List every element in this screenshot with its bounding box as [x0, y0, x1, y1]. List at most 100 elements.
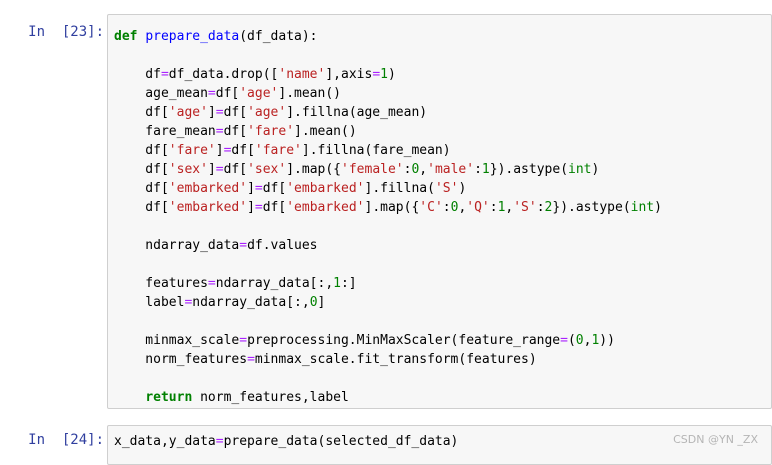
code-token: def — [114, 29, 138, 44]
code-token: ].map({ — [364, 200, 420, 215]
code-token: df[ — [215, 86, 240, 101]
code-token: )) — [599, 333, 615, 348]
code-token: df.values — [247, 238, 318, 253]
code-token: = — [215, 105, 224, 120]
code-token: 'embarked' — [168, 181, 248, 196]
code-token: 'age' — [247, 105, 287, 120]
code-token: df[ — [114, 105, 169, 120]
code-token: df[ — [114, 200, 169, 215]
code-token: ( — [567, 333, 576, 348]
code-token: features — [114, 276, 208, 291]
code-token: 1 — [333, 276, 341, 291]
code-token: int — [630, 200, 655, 215]
code-token: 1 — [380, 67, 388, 82]
code-token: 'fare' — [247, 124, 295, 139]
code-token: , — [419, 162, 428, 177]
code-token: ].map({ — [286, 162, 342, 177]
code-token: prepare_data(selected_df_data) — [223, 434, 459, 449]
code-token: ] — [247, 181, 255, 196]
code-token: 'C' — [419, 200, 443, 215]
code-token: df_data.drop([ — [168, 67, 279, 82]
code-token: ] — [317, 295, 326, 310]
code-line: minmax_scale=preprocessing.MinMaxScaler(… — [114, 331, 771, 350]
code-token: df — [114, 67, 161, 82]
code-token: ] — [207, 105, 216, 120]
code-token: 'embarked' — [286, 200, 365, 215]
code-token: = — [254, 181, 263, 196]
code-token: 'fare' — [168, 143, 216, 158]
code-token: ] — [247, 200, 255, 215]
code-token: :] — [340, 276, 357, 291]
code-token: ].fillna( — [364, 181, 435, 196]
cell-prompt: In [24]: — [28, 432, 104, 448]
code-token: 'sex' — [247, 162, 287, 177]
code-token: 1 — [481, 162, 490, 177]
code-token: x_data,y_data — [114, 434, 216, 449]
code-token: 'male' — [427, 162, 475, 177]
code-token: ],axis — [325, 67, 373, 82]
code-token: df[ — [114, 143, 169, 158]
code-token: df[ — [223, 124, 248, 139]
code-line: def prepare_data(df_data): — [114, 27, 771, 46]
code-editor[interactable]: x_data,y_data=prepare_data(selected_df_d… — [108, 426, 771, 451]
code-token: ] — [207, 162, 216, 177]
code-token: ].fillna(fare_mean) — [301, 143, 451, 158]
code-line: df['embarked']=df['embarked'].fillna('S'… — [114, 179, 771, 198]
code-token: ndarray_data[:, — [192, 295, 310, 310]
code-token: df[ — [114, 181, 169, 196]
code-token: minmax_scale.fit_transform(features) — [254, 352, 537, 367]
code-token: = — [215, 124, 224, 139]
code-line: ndarray_data=df.values — [114, 236, 771, 255]
code-line: df['sex']=df['sex'].map({'female':0,'mal… — [114, 160, 771, 179]
code-token: 'fare' — [254, 143, 302, 158]
code-token: df[ — [114, 162, 169, 177]
code-cell-23[interactable]: In [23]: def prepare_data(df_data): df=d… — [0, 14, 772, 409]
code-token: : — [474, 162, 482, 177]
code-token: }).astype( — [552, 200, 631, 215]
code-token: ].mean() — [278, 86, 341, 101]
code-token: 0 — [309, 295, 318, 310]
code-token: norm_features — [114, 352, 248, 367]
code-token: df[ — [262, 200, 287, 215]
code-token: = — [239, 333, 248, 348]
code-token: df[ — [223, 105, 248, 120]
code-token: ].mean() — [294, 124, 357, 139]
watermark: CSDN @YN _ZX — [673, 433, 758, 446]
code-editor[interactable]: def prepare_data(df_data): df = df_data.dr… — [108, 15, 771, 407]
code-token: 'female' — [341, 162, 404, 177]
code-token: = — [372, 67, 381, 82]
code-token: : — [536, 200, 545, 215]
code-token: norm_features,label — [192, 390, 349, 405]
code-token: = — [207, 276, 216, 291]
code-cell-24[interactable]: In [24]: x_data,y_data=prepare_data(sele… — [0, 425, 772, 465]
code-token: ) — [458, 181, 467, 196]
code-token: return — [145, 390, 193, 405]
code-line: return norm_features,label — [114, 388, 771, 407]
code-token: label — [114, 295, 185, 310]
code-token: 'Q' — [466, 200, 490, 215]
code-line: label=ndarray_data[:,0] — [114, 293, 771, 312]
code-token: 'sex' — [168, 162, 208, 177]
code-token: 0 — [575, 333, 584, 348]
code-input-area[interactable]: def prepare_data(df_data): df = df_data.dr… — [107, 14, 772, 409]
code-token: : — [489, 200, 498, 215]
code-token: ndarray_data[:, — [215, 276, 334, 291]
code-token: = — [215, 162, 224, 177]
code-token: age_mean — [114, 86, 208, 101]
code-token: ndarray_data — [114, 238, 240, 253]
code-token: ] — [215, 143, 224, 158]
code-line: df['age']=df['age'].fillna(age_mean) — [114, 103, 771, 122]
code-token: 'name' — [278, 67, 326, 82]
code-line: norm_features=minmax_scale.fit_transform… — [114, 350, 771, 369]
code-token: : — [442, 200, 451, 215]
code-token: = — [239, 238, 248, 253]
code-token: df[ — [231, 143, 255, 158]
code-token: ].fillna(age_mean) — [286, 105, 428, 120]
cell-prompt: In [23]: — [28, 24, 104, 40]
